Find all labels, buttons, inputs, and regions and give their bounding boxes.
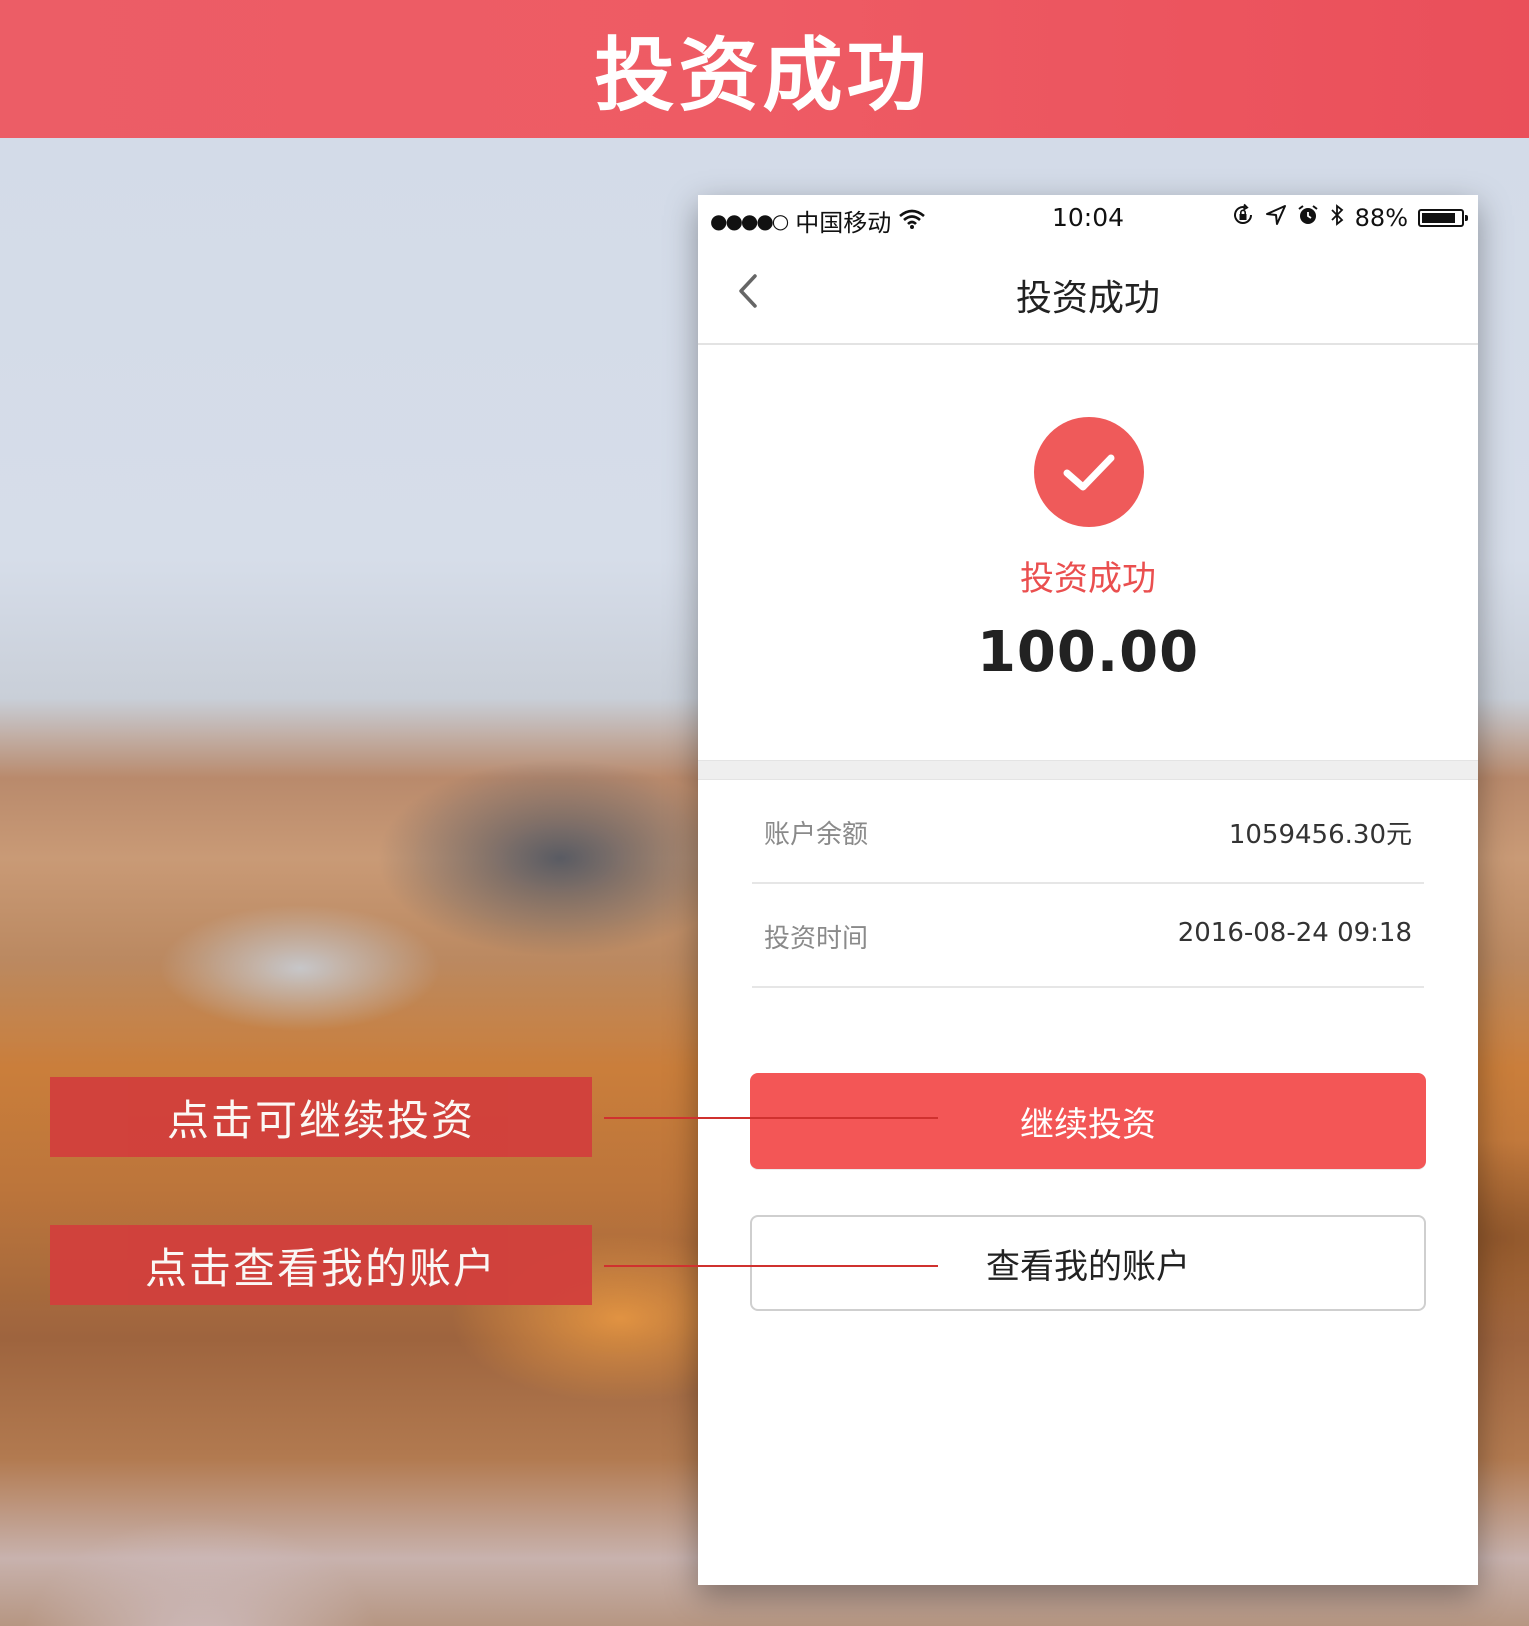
checkmark-icon (1063, 454, 1115, 491)
status-right: 88% (1231, 203, 1468, 233)
continue-investing-button[interactable]: 继续投资 (750, 1073, 1426, 1169)
success-status-text: 投资成功 (1020, 559, 1156, 599)
investment-amount: 100.00 (976, 620, 1200, 685)
detail-value: 2016-08-24 09:18 (1177, 918, 1412, 948)
detail-row-time: 投资时间 2016-08-24 09:18 (752, 882, 1424, 988)
bluetooth-icon (1329, 203, 1345, 233)
callout-line-account (604, 1265, 938, 1267)
battery-icon (1418, 209, 1468, 227)
nav-title: 投资成功 (1015, 278, 1160, 319)
callout-line-continue (604, 1117, 938, 1119)
alarm-icon (1297, 204, 1319, 232)
navigation-bar: 投资成功 (698, 239, 1478, 345)
battery-level (1422, 213, 1456, 223)
location-icon (1265, 204, 1287, 232)
detail-label: 投资时间 (764, 924, 869, 954)
status-bar: ●●●●○ 中国移动 10:04 88% (698, 195, 1478, 239)
header-banner: 投资成功 (0, 0, 1529, 138)
battery-percent: 88% (1354, 204, 1408, 232)
callout-continue-investing: 点击可继续投资 (50, 1077, 592, 1157)
detail-label: 账户余额 (764, 820, 869, 850)
view-account-button[interactable]: 查看我的账户 (750, 1215, 1426, 1311)
detail-row-balance: 账户余额 1059456.30元 (752, 778, 1424, 884)
phone-screen: ●●●●○ 中国移动 10:04 88% 投资成功 投资成功 100.00 账户… (698, 195, 1478, 1585)
detail-value: 1059456.30元 (1228, 820, 1412, 850)
section-divider (698, 760, 1478, 780)
banner-title: 投资成功 (594, 29, 931, 122)
success-check-icon (1034, 417, 1144, 527)
rotation-lock-icon (1231, 203, 1255, 233)
result-section: 投资成功 100.00 (698, 345, 1478, 755)
callout-view-account: 点击查看我的账户 (50, 1225, 592, 1305)
